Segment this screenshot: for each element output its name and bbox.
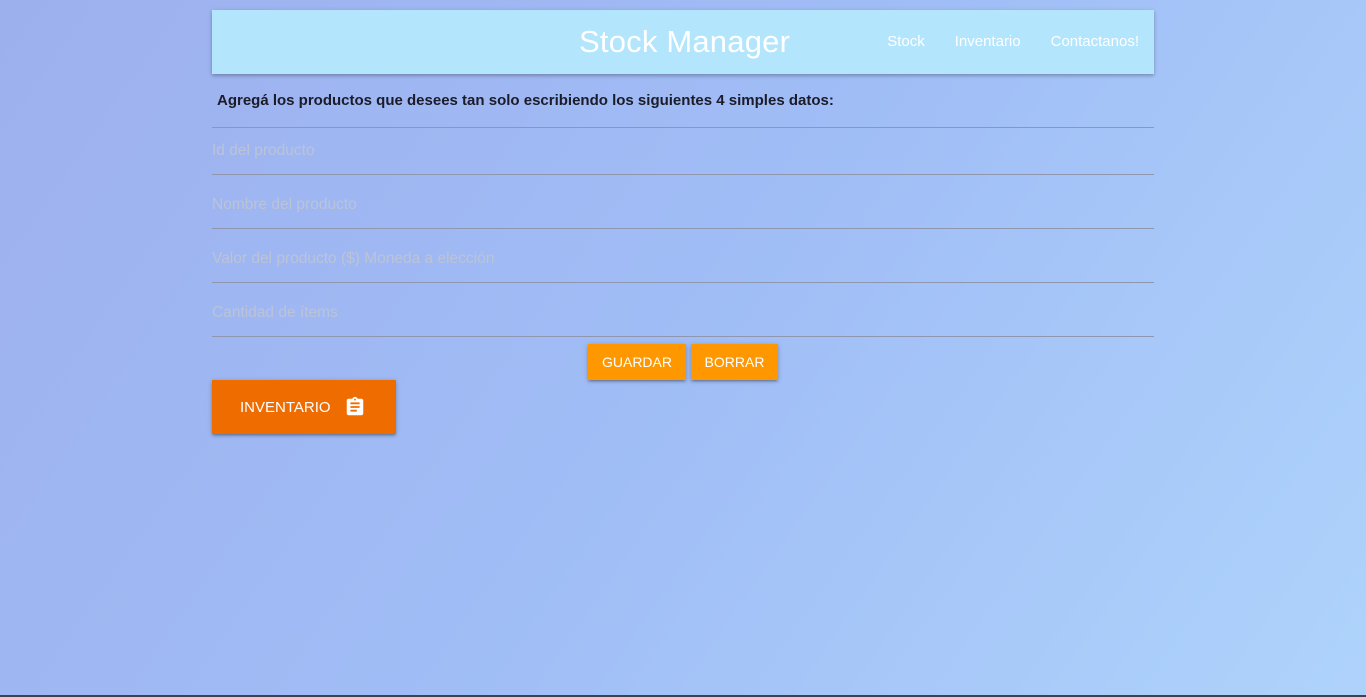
product-name-field [212,182,1154,229]
product-value-input[interactable] [212,236,1154,282]
nav-links: Stock Inventario Contactanos! [872,10,1154,74]
intro-text: Agregá los productos que desees tan solo… [217,92,834,109]
top-navbar: Stock Manager Stock Inventario Contactan… [212,10,1154,74]
brand-logo[interactable]: Stock Manager [579,24,790,60]
product-value-field [212,236,1154,283]
nav-link-contactanos[interactable]: Contactanos! [1036,10,1154,74]
save-button[interactable]: Guardar [588,344,686,380]
nav-link-inventario[interactable]: Inventario [940,10,1036,74]
inventory-button[interactable]: INVENTARIO [212,380,396,434]
product-name-input[interactable] [212,182,1154,228]
clear-button[interactable]: Borrar [691,344,778,380]
product-id-input[interactable] [212,128,1154,174]
clipboard-icon [344,396,366,418]
product-id-field [212,128,1154,175]
item-quantity-input[interactable] [212,290,1154,336]
inventory-button-label: INVENTARIO [240,398,331,416]
nav-link-stock[interactable]: Stock [872,10,940,74]
item-quantity-field [212,290,1154,337]
